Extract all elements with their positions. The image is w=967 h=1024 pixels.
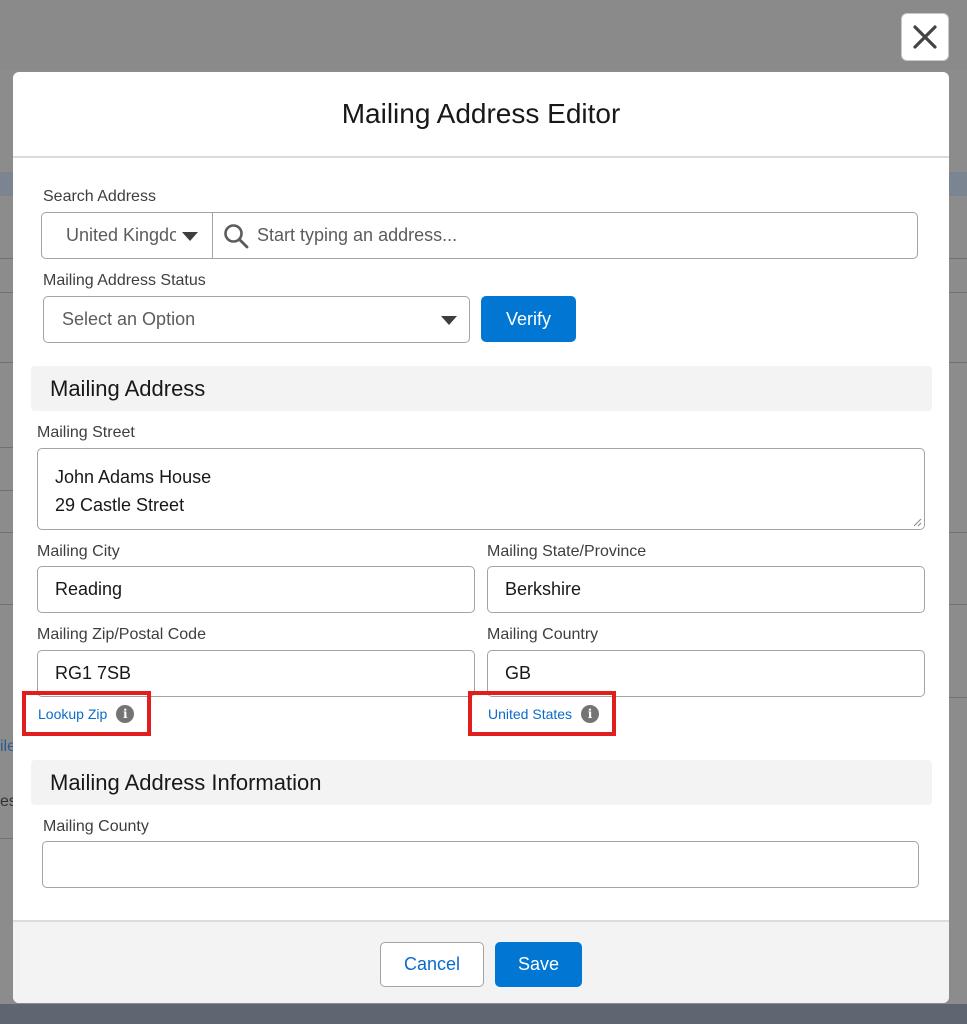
search-address-input[interactable] — [257, 225, 857, 246]
mailing-street-label: Mailing Street — [37, 424, 135, 441]
info-icon[interactable]: i — [116, 705, 135, 723]
backdrop-divider — [949, 362, 967, 363]
address-editor-modal: Mailing Address Editor Search Address Un… — [13, 72, 949, 1003]
close-button[interactable] — [901, 13, 949, 61]
backdrop-divider — [0, 362, 14, 363]
mailing-address-information-section-header[interactable]: Mailing Address Information — [31, 760, 932, 805]
backdrop-divider — [0, 490, 14, 491]
mailing-country-field[interactable]: GB — [487, 650, 925, 697]
chevron-down-icon — [441, 316, 457, 325]
mailing-address-section-header[interactable]: Mailing Address — [31, 366, 932, 411]
modal-header: Mailing Address Editor — [13, 72, 949, 158]
mailing-address-status-select[interactable]: Select an Option — [43, 296, 470, 343]
verify-button[interactable]: Verify — [481, 296, 576, 342]
info-icon[interactable]: i — [581, 705, 600, 723]
backdrop-divider — [0, 604, 14, 605]
backdrop-divider — [949, 258, 967, 259]
close-icon — [913, 25, 937, 49]
mailing-address-status-label: Mailing Address Status — [43, 272, 206, 289]
mailing-county-label: Mailing County — [43, 818, 149, 835]
backdrop-divider — [949, 697, 967, 698]
country-link[interactable]: United States i — [488, 705, 600, 723]
resize-handle-icon[interactable] — [912, 517, 922, 527]
mailing-country-label: Mailing Country — [487, 626, 599, 643]
mailing-state-field[interactable]: Berkshire — [487, 566, 925, 613]
backdrop-divider — [0, 838, 14, 839]
backdrop-divider — [0, 532, 14, 533]
street-line-1: John Adams House — [55, 467, 212, 487]
search-icon — [224, 223, 249, 248]
mailing-county-field[interactable] — [42, 841, 919, 888]
backdrop-divider — [949, 604, 967, 605]
mailing-city-label: Mailing City — [37, 543, 120, 560]
modal-title: Mailing Address Editor — [341, 98, 621, 129]
mailing-city-field[interactable]: Reading — [37, 566, 475, 613]
modal-footer: Cancel Save — [13, 920, 949, 1003]
backdrop-footer-bar — [0, 1004, 967, 1024]
mailing-state-label: Mailing State/Province — [487, 543, 647, 560]
search-address-label: Search Address — [43, 188, 156, 205]
save-button[interactable]: Save — [495, 942, 582, 987]
backdrop-divider — [0, 258, 14, 259]
mailing-zip-label: Mailing Zip/Postal Code — [37, 626, 206, 643]
lookup-zip-label: Lookup Zip — [38, 706, 108, 722]
backdrop-divider — [949, 292, 967, 293]
search-address-combobox: United Kingdom — [41, 212, 918, 259]
lookup-zip-link[interactable]: Lookup Zip i — [38, 705, 135, 723]
street-line-2: 29 Castle Street — [55, 495, 185, 515]
status-select-value: Select an Option — [62, 309, 196, 329]
search-input-wrapper — [213, 213, 917, 258]
mailing-street-textarea[interactable]: John Adams House 29 Castle Street — [37, 448, 925, 530]
search-country-value: United Kingdom — [66, 225, 176, 245]
backdrop-divider — [0, 447, 14, 448]
mailing-zip-field[interactable]: RG1 7SB — [37, 650, 475, 697]
chevron-down-icon — [182, 232, 198, 241]
backdrop-divider — [949, 532, 967, 533]
cancel-button[interactable]: Cancel — [380, 942, 484, 987]
search-country-select[interactable]: United Kingdom — [42, 213, 213, 258]
backdrop-divider — [0, 292, 14, 293]
country-link-label: United States — [488, 706, 573, 722]
